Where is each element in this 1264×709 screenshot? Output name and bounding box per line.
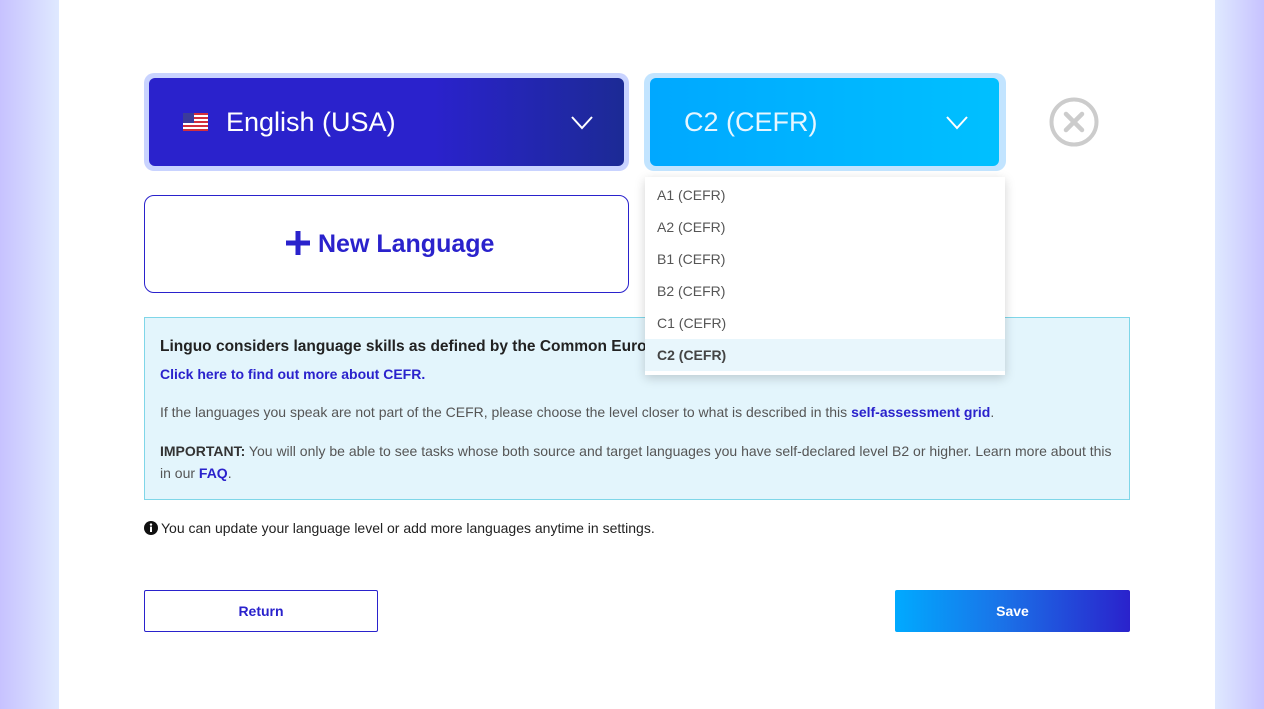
settings-note-text: You can update your language level or ad… [161,520,655,536]
info-paragraph-important: IMPORTANT: You will only be able to see … [160,440,1120,484]
return-button[interactable]: Return [144,590,378,632]
level-option[interactable]: A2 (CEFR) [645,211,1005,243]
new-language-button[interactable]: New Language [144,195,629,293]
chevron-down-icon [946,116,968,130]
plus-icon [286,231,310,255]
page-background-left [0,0,59,709]
info-icon [144,521,158,535]
remove-language-icon[interactable] [1049,97,1099,147]
language-select-value: English (USA) [226,107,396,137]
save-button[interactable]: Save [895,590,1130,632]
language-select[interactable]: English (USA) [149,78,624,166]
language-select-focus-ring: English (USA) [144,73,629,171]
settings-note: You can update your language level or ad… [144,519,655,537]
level-dropdown-list: A1 (CEFR) A2 (CEFR) B1 (CEFR) B2 (CEFR) C1 (… [645,177,1005,375]
info-paragraph-end: . [990,404,995,420]
level-option[interactable]: B2 (CEFR) [645,275,1005,307]
page-background-right [1215,0,1264,709]
info-paragraph-self-assessment: If the languages you speak are not part … [160,401,1120,423]
level-select[interactable]: C2 (CEFR) [650,78,999,166]
info-heading: Linguo considers language skills as defi… [160,338,645,355]
level-select-value: C2 (CEFR) [684,107,818,137]
faq-link[interactable]: FAQ [199,465,228,481]
self-assessment-grid-link[interactable]: self-assessment grid [851,404,990,420]
level-option[interactable]: C2 (CEFR) [645,339,1005,371]
level-option[interactable]: B1 (CEFR) [645,243,1005,275]
level-select-focus-ring: C2 (CEFR) [644,73,1006,171]
info-paragraph-text: If the languages you speak are not part … [160,404,852,420]
important-label: IMPORTANT: [160,443,246,459]
chevron-down-icon [571,116,593,130]
us-flag-icon [183,113,208,131]
level-option[interactable]: C1 (CEFR) [645,307,1005,339]
info-paragraph-end: . [227,465,232,481]
info-paragraph-text: You will only be able to see tasks whose… [160,443,1112,481]
cefr-link[interactable]: Click here to find out more about CEFR. [160,365,425,383]
new-language-label: New Language [318,230,495,258]
level-option[interactable]: A1 (CEFR) [645,179,1005,211]
